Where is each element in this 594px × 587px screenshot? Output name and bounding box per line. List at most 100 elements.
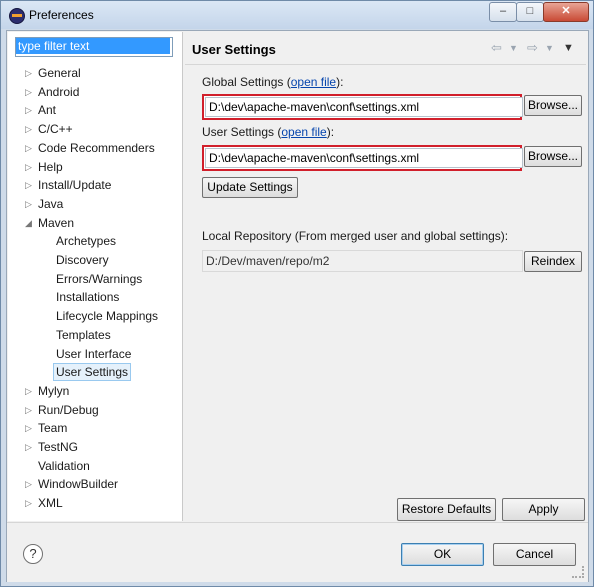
restore-defaults-button[interactable]: Restore Defaults xyxy=(397,498,496,521)
user-settings-field-frame xyxy=(202,145,523,171)
expanded-arrow-icon[interactable]: ◢ xyxy=(25,214,35,232)
apply-button[interactable]: Apply xyxy=(502,498,585,521)
tree-item-label: General xyxy=(38,66,81,80)
local-repository-label: Local Repository (From merged user and g… xyxy=(202,229,509,243)
tree-item-label: Install/Update xyxy=(38,178,112,193)
forward-dropdown-icon[interactable]: ▼ xyxy=(545,43,554,53)
tree-item-templates[interactable]: Templates xyxy=(56,326,111,344)
filter-field[interactable] xyxy=(15,37,173,57)
tree-item-label: Templates xyxy=(56,327,111,342)
tree-item-windowbuilder[interactable]: ▷ WindowBuilder xyxy=(25,475,118,493)
tree-item-label: Mylyn xyxy=(38,383,70,398)
tree-item-label: Help xyxy=(38,159,63,174)
user-browse-button[interactable]: Browse... xyxy=(524,146,582,167)
collapsed-arrow-icon[interactable]: ▷ xyxy=(25,120,35,138)
tree-item-label: XML xyxy=(38,496,63,511)
tree-item-installations[interactable]: Installations xyxy=(56,288,119,306)
tree-item-user-settings[interactable]: User Settings xyxy=(53,363,132,382)
tree-item-label: Maven xyxy=(38,215,75,230)
preferences-window: Preferences – □ ✕ ▷General▷Android▷Ant▷C… xyxy=(0,0,594,587)
dialog-button-bar: ? OK Cancel xyxy=(7,522,588,582)
tree-item-label: Discovery xyxy=(56,253,109,267)
global-browse-button[interactable]: Browse... xyxy=(524,95,582,116)
collapsed-arrow-icon[interactable]: ▷ xyxy=(25,101,35,119)
global-settings-label: Global Settings (open file): xyxy=(202,75,344,89)
tree-item-label: Lifecycle Mappings xyxy=(56,309,159,324)
settings-page: User Settings ⇦ ▼ ⇨ ▼ ▼ Global Settings … xyxy=(184,32,587,521)
tree-item-install-update[interactable]: ▷ Install/Update xyxy=(25,176,112,194)
collapsed-arrow-icon[interactable]: ▷ xyxy=(25,64,35,82)
filter-input[interactable] xyxy=(16,38,170,54)
back-arrow-icon[interactable]: ⇦ xyxy=(491,40,502,56)
collapsed-arrow-icon[interactable]: ▷ xyxy=(25,176,35,194)
ok-button[interactable]: OK xyxy=(401,543,484,566)
tree-item-run-debug[interactable]: ▷ Run/Debug xyxy=(25,401,99,419)
tree-item-label: Archetypes xyxy=(56,234,117,249)
reindex-button[interactable]: Reindex xyxy=(524,251,582,272)
title-separator xyxy=(185,64,586,65)
tree-item-archetypes[interactable]: Archetypes xyxy=(56,232,116,250)
tree-item-label: User Interface xyxy=(56,346,132,361)
user-settings-label: User Settings (open file): xyxy=(202,125,335,139)
tree-item-label: Android xyxy=(38,84,80,99)
user-open-file-link[interactable]: open file xyxy=(281,125,326,139)
tree-item-testng[interactable]: ▷ TestNG xyxy=(25,438,79,456)
tree-item-discovery[interactable]: Discovery xyxy=(56,251,109,269)
tree-item-android[interactable]: ▷ Android xyxy=(25,83,80,101)
window-title: Preferences xyxy=(29,8,94,22)
collapsed-arrow-icon[interactable]: ▷ xyxy=(25,494,35,512)
tree-item-lifecycle-mappings[interactable]: Lifecycle Mappings xyxy=(56,307,158,325)
back-dropdown-icon[interactable]: ▼ xyxy=(509,43,518,53)
cancel-button[interactable]: Cancel xyxy=(493,543,576,566)
tree-item-label: User Settings xyxy=(56,365,129,380)
preference-tree-panel: ▷General▷Android▷Ant▷C/C++▷Code Recommen… xyxy=(8,32,183,521)
tree-item-errors-warnings[interactable]: Errors/Warnings xyxy=(56,270,142,288)
forward-arrow-icon[interactable]: ⇨ xyxy=(527,40,538,56)
tree-item-code-recommenders[interactable]: ▷ Code Recommenders xyxy=(25,139,155,157)
tree-item-label: C/C++ xyxy=(38,122,73,137)
collapsed-arrow-icon[interactable]: ▷ xyxy=(25,83,35,101)
tree-item-label: Ant xyxy=(38,103,57,118)
tree-item-xml[interactable]: ▷ XML xyxy=(25,494,63,512)
tree-item-c-c-[interactable]: ▷ C/C++ xyxy=(25,120,73,138)
tree-item-label: Run/Debug xyxy=(38,402,99,417)
tree-item-label: Code Recommenders xyxy=(38,140,155,155)
tree-item-help[interactable]: ▷ Help xyxy=(25,158,63,176)
tree-item-ant[interactable]: ▷ Ant xyxy=(25,101,57,119)
collapsed-arrow-icon[interactable]: ▷ xyxy=(25,419,35,437)
tree-item-maven[interactable]: ◢ Maven xyxy=(25,214,75,232)
collapsed-arrow-icon[interactable]: ▷ xyxy=(25,195,35,213)
tree-item-label: Errors/Warnings xyxy=(56,271,143,286)
collapsed-arrow-icon[interactable]: ▷ xyxy=(25,475,35,493)
collapsed-arrow-icon[interactable]: ▷ xyxy=(25,401,35,419)
tree-item-mylyn[interactable]: ▷ Mylyn xyxy=(25,382,70,400)
collapsed-arrow-icon[interactable]: ▷ xyxy=(25,382,35,400)
local-repository-field: D:/Dev/maven/repo/m2 xyxy=(202,250,523,272)
dialog-client: ▷General▷Android▷Ant▷C/C++▷Code Recommen… xyxy=(6,30,589,582)
title-bar[interactable]: Preferences – □ ✕ xyxy=(1,1,593,29)
global-open-file-link[interactable]: open file xyxy=(291,75,336,89)
tree-item-validation[interactable]: Validation xyxy=(38,457,90,475)
tree-item-label: TestNG xyxy=(38,440,79,454)
tree-item-java[interactable]: ▷ Java xyxy=(25,195,64,213)
view-menu-icon[interactable]: ▼ xyxy=(563,42,574,54)
page-title: User Settings xyxy=(192,42,276,57)
user-settings-input[interactable] xyxy=(205,148,523,168)
update-settings-button[interactable]: Update Settings xyxy=(202,177,298,198)
close-button[interactable]: ✕ xyxy=(543,2,589,22)
global-settings-field-frame xyxy=(202,94,523,120)
tree-item-label: Team xyxy=(38,421,68,436)
tree-item-label: Installations xyxy=(56,290,120,305)
collapsed-arrow-icon[interactable]: ▷ xyxy=(25,158,35,176)
resize-grip[interactable] xyxy=(572,566,584,578)
collapsed-arrow-icon[interactable]: ▷ xyxy=(25,438,35,456)
tree-item-label: Java xyxy=(38,196,64,211)
collapsed-arrow-icon[interactable]: ▷ xyxy=(25,139,35,157)
tree-item-general[interactable]: ▷ General xyxy=(25,64,81,82)
global-settings-input[interactable] xyxy=(205,97,523,117)
tree-item-team[interactable]: ▷ Team xyxy=(25,419,68,437)
tree-item-user-interface[interactable]: User Interface xyxy=(56,345,131,363)
help-icon[interactable]: ? xyxy=(23,544,43,564)
maximize-button[interactable]: □ xyxy=(516,2,544,22)
minimize-button[interactable]: – xyxy=(489,2,517,22)
